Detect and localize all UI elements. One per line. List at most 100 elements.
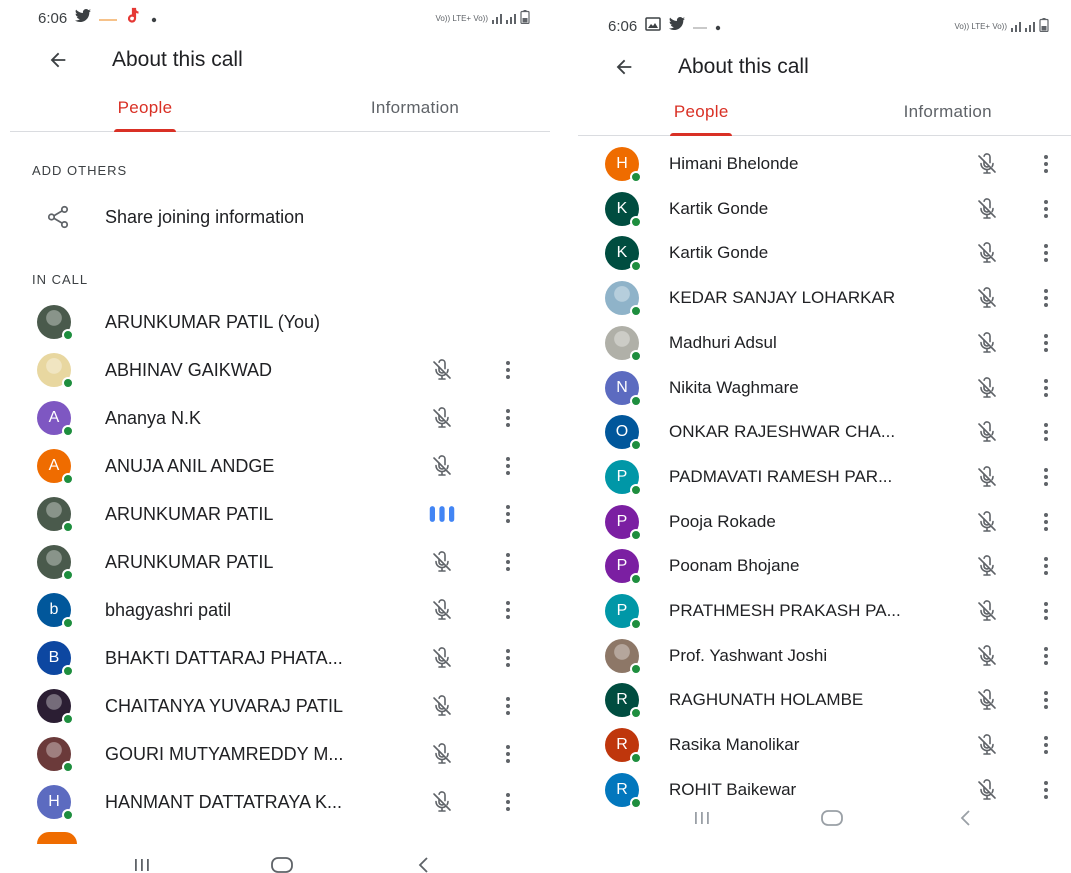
avatar: B — [37, 641, 74, 677]
home-button[interactable] — [262, 845, 302, 873]
more-options-button[interactable] — [496, 546, 520, 578]
more-options-button[interactable] — [1034, 461, 1058, 493]
more-options-button[interactable] — [1034, 595, 1058, 627]
more-options-button[interactable] — [496, 786, 520, 818]
participant-row[interactable]: ARUNKUMAR PATIL — [0, 492, 552, 536]
more-options-button[interactable] — [1034, 237, 1058, 269]
participant-row[interactable]: A Ananya N.K — [0, 396, 552, 440]
participant-row[interactable]: Prof. Yashwant Joshi — [578, 634, 1071, 678]
more-options-button[interactable] — [496, 594, 520, 626]
more-options-button[interactable] — [496, 738, 520, 770]
more-options-button[interactable] — [1034, 729, 1058, 761]
battery-icon — [520, 10, 530, 28]
back-button[interactable] — [38, 40, 78, 80]
participant-row[interactable]: ARUNKUMAR PATIL (You) — [0, 300, 552, 344]
avatar: K — [605, 236, 642, 273]
avatar: R — [605, 683, 642, 720]
partial-avatar — [37, 832, 77, 844]
more-options-button[interactable] — [496, 498, 520, 530]
tab-people[interactable]: People — [578, 88, 825, 136]
more-options-button[interactable] — [496, 690, 520, 722]
avatar: b — [37, 593, 74, 629]
more-options-button[interactable] — [496, 354, 520, 386]
status-right-icons: Vo)) LTE+ Vo)) — [435, 10, 530, 28]
participant-row[interactable]: H Himani Bhelonde — [578, 142, 1071, 186]
more-options-button[interactable] — [1034, 416, 1058, 448]
tab-information[interactable]: Information — [825, 88, 1071, 135]
mic-off-icon — [428, 692, 456, 720]
tab-people[interactable]: People — [10, 84, 280, 132]
avatar — [37, 497, 74, 533]
more-options-button[interactable] — [1034, 550, 1058, 582]
participant-row[interactable]: KEDAR SANJAY LOHARKAR — [578, 276, 1071, 320]
participant-row[interactable]: ABHINAV GAIKWAD — [0, 348, 552, 392]
more-vert-icon — [506, 745, 510, 763]
tab-bar: People Information — [578, 88, 1071, 136]
more-options-button[interactable] — [496, 402, 520, 434]
avatar-initial: B — [48, 649, 60, 666]
avatar-initial: K — [616, 244, 628, 262]
more-options-button[interactable] — [1034, 506, 1058, 538]
participant-row[interactable]: K Kartik Gonde — [578, 231, 1071, 275]
system-nav-bar — [578, 798, 1071, 838]
avatar-initial: P — [616, 467, 628, 485]
participant-row[interactable]: ARUNKUMAR PATIL — [0, 540, 552, 584]
more-options-button[interactable] — [496, 642, 520, 674]
recent-apps-button[interactable] — [682, 798, 722, 838]
more-options-button[interactable] — [1034, 372, 1058, 404]
participant-name: ROHIT Baikewar — [669, 779, 797, 799]
mic-off-icon — [973, 374, 1001, 402]
participant-row[interactable]: CHAITANYA YUVARAJ PATIL — [0, 684, 552, 728]
back-button[interactable] — [604, 47, 644, 87]
participant-row[interactable]: K Kartik Gonde — [578, 187, 1071, 231]
participant-name: Kartik Gonde — [669, 243, 769, 263]
participant-row[interactable]: P PRATHMESH PRAKASH PA... — [578, 589, 1071, 633]
participant-row[interactable]: O ONKAR RAJESHWAR CHA... — [578, 410, 1071, 454]
more-vert-icon — [1044, 691, 1048, 710]
more-options-button[interactable] — [1034, 640, 1058, 672]
back-nav-button[interactable] — [404, 845, 444, 873]
home-button[interactable] — [812, 798, 852, 838]
gallery-icon — [645, 17, 661, 35]
more-options-button[interactable] — [1034, 327, 1058, 359]
participant-row[interactable]: P Poonam Bhojane — [578, 544, 1071, 588]
participant-row[interactable]: R Rasika Manolikar — [578, 723, 1071, 767]
online-indicator — [62, 521, 74, 533]
avatar — [37, 545, 74, 581]
mic-off-icon — [428, 404, 456, 432]
more-vert-icon — [506, 409, 510, 427]
participant-row[interactable]: A ANUJA ANIL ANDGE — [0, 444, 552, 488]
more-options-button[interactable] — [1034, 282, 1058, 314]
back-nav-button[interactable] — [946, 798, 986, 838]
participant-name: HANMANT DATTATRAYA K... — [105, 791, 343, 812]
share-joining-info-button[interactable]: Share joining information — [0, 193, 552, 241]
participant-row[interactable]: P PADMAVATI RAMESH PAR... — [578, 455, 1071, 499]
mic-off-icon — [428, 548, 456, 576]
participant-row[interactable]: b bhagyashri patil — [0, 588, 552, 632]
participant-row[interactable]: R RAGHUNATH HOLAMBE — [578, 678, 1071, 722]
more-options-button[interactable] — [1034, 684, 1058, 716]
online-indicator — [62, 665, 74, 677]
online-indicator — [62, 713, 74, 725]
participant-row[interactable]: GOURI MUTYAMREDDY M... — [0, 732, 552, 776]
participant-name: Pooja Rokade — [669, 511, 776, 531]
participant-row[interactable]: B BHAKTI DATTARAJ PHATA... — [0, 636, 552, 680]
participant-row[interactable]: P Pooja Rokade — [578, 500, 1071, 544]
avatar: H — [605, 147, 642, 183]
tab-information[interactable]: Information — [280, 84, 550, 131]
online-indicator — [630, 483, 642, 496]
more-options-button[interactable] — [1034, 148, 1058, 180]
participant-row[interactable]: Madhuri Adsul — [578, 321, 1071, 365]
mic-off-icon — [973, 731, 1001, 759]
mic-off-icon — [973, 195, 1001, 223]
participant-row[interactable]: N Nikita Waghmare — [578, 366, 1071, 410]
online-indicator — [630, 260, 642, 273]
recent-apps-button[interactable] — [122, 845, 162, 873]
participant-name: ARUNKUMAR PATIL (You) — [105, 311, 321, 332]
participant-row[interactable]: H HANMANT DATTATRAYA K... — [0, 780, 552, 824]
mic-off-icon — [428, 740, 456, 768]
more-options-button[interactable] — [1034, 193, 1058, 225]
more-options-button[interactable] — [496, 450, 520, 482]
twitter-icon — [75, 9, 92, 27]
battery-icon — [1039, 18, 1049, 36]
